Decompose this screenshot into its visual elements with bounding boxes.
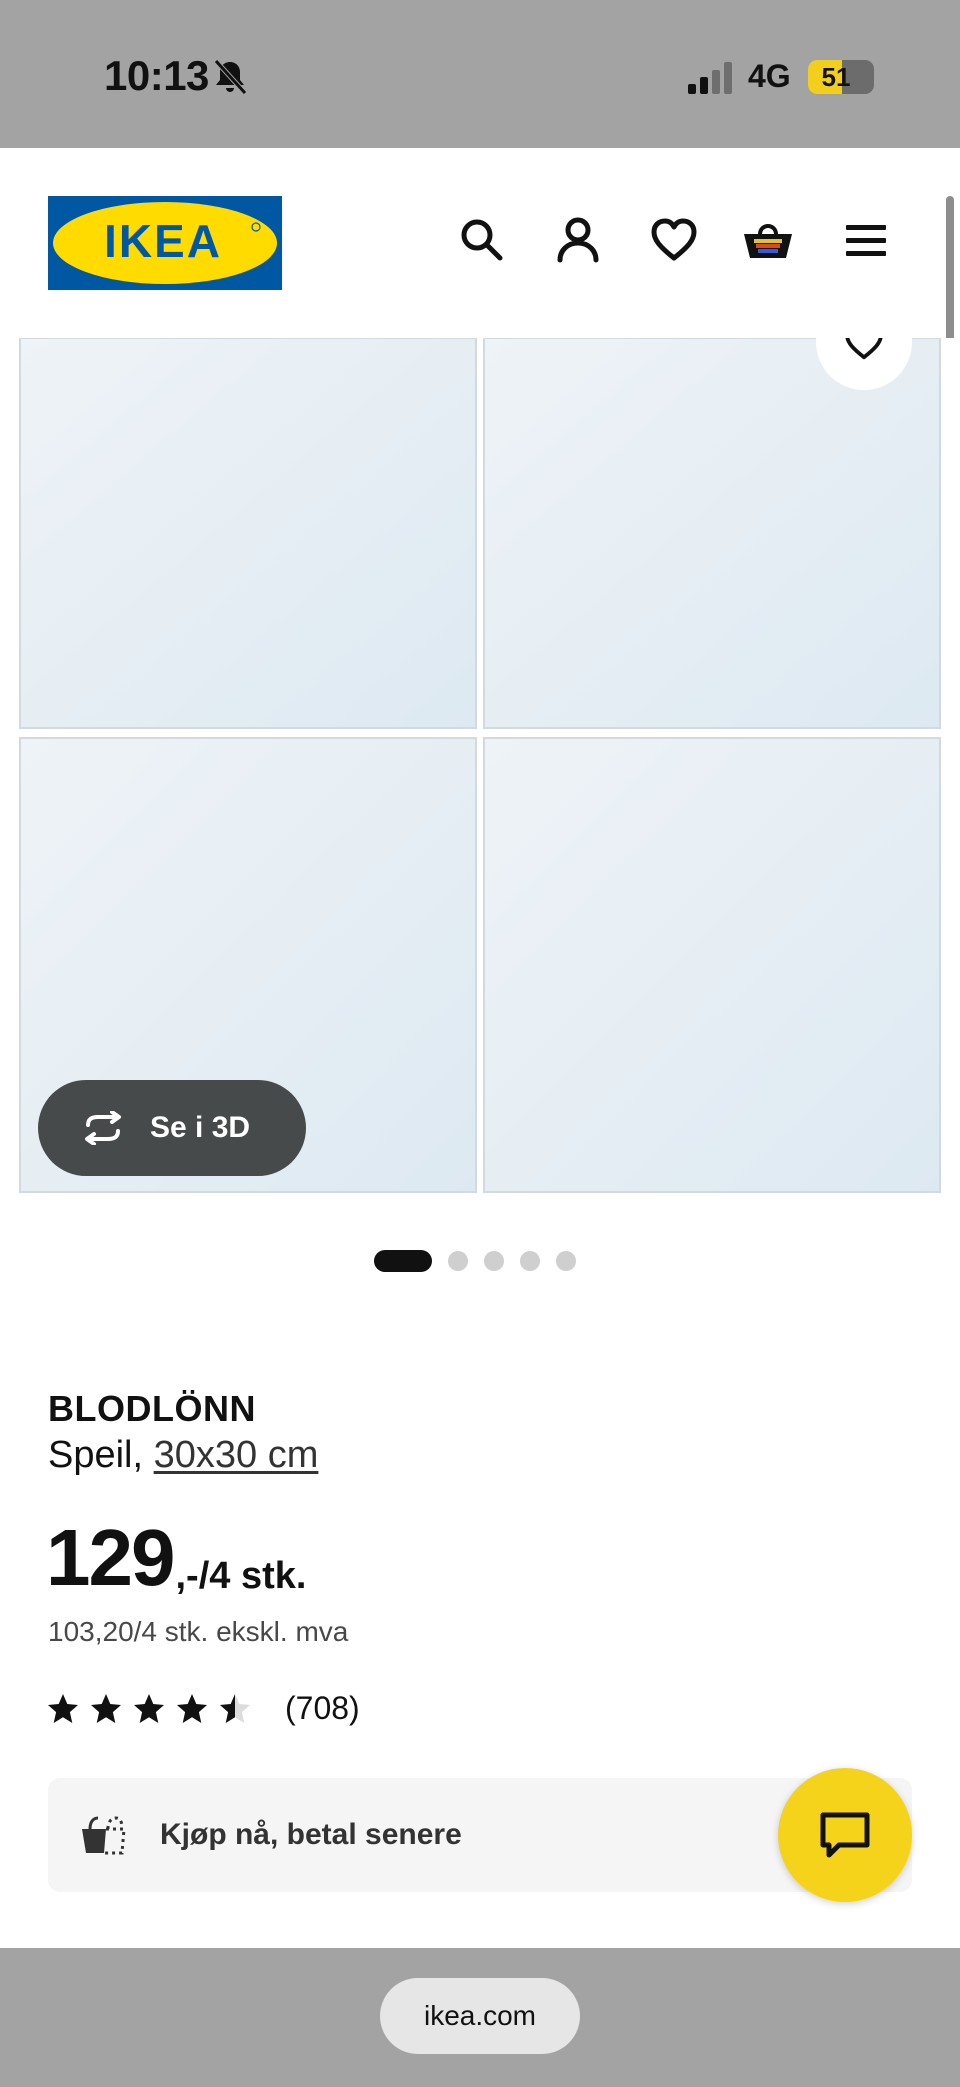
price-main: 129 <box>46 1513 175 1602</box>
view-in-3d-button[interactable]: Se i 3D <box>38 1080 306 1176</box>
status-time: 10:13 <box>104 52 209 99</box>
view-in-3d-label: Se i 3D <box>150 1111 251 1144</box>
ikea-logo[interactable]: IKEA <box>48 196 282 290</box>
product-description: Speil, 30x30 cm <box>48 1434 318 1477</box>
star-half-icon <box>220 1693 250 1723</box>
pay-later-label: Kjøp nå, betal senere <box>160 1818 462 1851</box>
price-suffix: ,-/4 stk. <box>175 1555 307 1597</box>
site-header: IKEA <box>0 148 960 338</box>
heart-icon <box>845 338 883 360</box>
basket-icon[interactable] <box>742 214 794 266</box>
heart-icon[interactable] <box>648 214 700 266</box>
product-size-link[interactable]: 30x30 cm <box>154 1434 319 1476</box>
star-full-icon <box>177 1693 207 1723</box>
battery-icon: 51 <box>808 60 874 94</box>
pay-later-bag-icon <box>82 1816 126 1855</box>
product-rating[interactable]: (708) <box>46 1690 360 1727</box>
review-count: (708) <box>285 1690 360 1726</box>
signal-icon <box>688 62 732 94</box>
menu-icon[interactable] <box>840 214 892 266</box>
ikea-logo-text: IKEA <box>104 215 222 267</box>
gallery-pagination <box>374 1250 576 1272</box>
star-full-icon <box>91 1693 121 1723</box>
mirror-tile <box>19 338 477 729</box>
product-price: 129 ,-/4 stk. <box>46 1518 306 1598</box>
scrollbar-thumb[interactable] <box>946 196 954 346</box>
pagination-dot[interactable] <box>448 1251 468 1271</box>
pagination-dot[interactable] <box>520 1251 540 1271</box>
star-full-icon <box>48 1693 78 1723</box>
mirror-tile <box>483 338 941 729</box>
price-excl-vat: 103,20/4 stk. ekskl. mva <box>48 1616 349 1647</box>
star-full-icon <box>134 1693 164 1723</box>
pagination-dot[interactable] <box>556 1251 576 1271</box>
chat-button[interactable] <box>778 1768 912 1902</box>
silent-bell-icon <box>214 59 247 95</box>
product-type: Speil, <box>48 1434 154 1476</box>
network-label: 4G <box>748 58 791 94</box>
pagination-dot-active[interactable] <box>374 1250 432 1272</box>
pagination-dot[interactable] <box>484 1251 504 1271</box>
browser-bottom-bar: ikea.com <box>0 1948 960 2087</box>
product-name: BLODLÖNN <box>48 1388 256 1429</box>
status-bar: 10:13 4G 51 <box>0 0 960 148</box>
product-image <box>19 338 941 1193</box>
rotate-3d-icon <box>85 1111 121 1145</box>
search-icon[interactable] <box>456 214 508 266</box>
product-image-gallery[interactable]: Se i 3D <box>0 338 960 1198</box>
chat-icon <box>820 1812 870 1858</box>
address-bar[interactable]: ikea.com <box>380 1978 580 2054</box>
mirror-tile <box>483 737 941 1193</box>
battery-percent: 51 <box>821 62 851 92</box>
account-icon[interactable] <box>552 214 604 266</box>
